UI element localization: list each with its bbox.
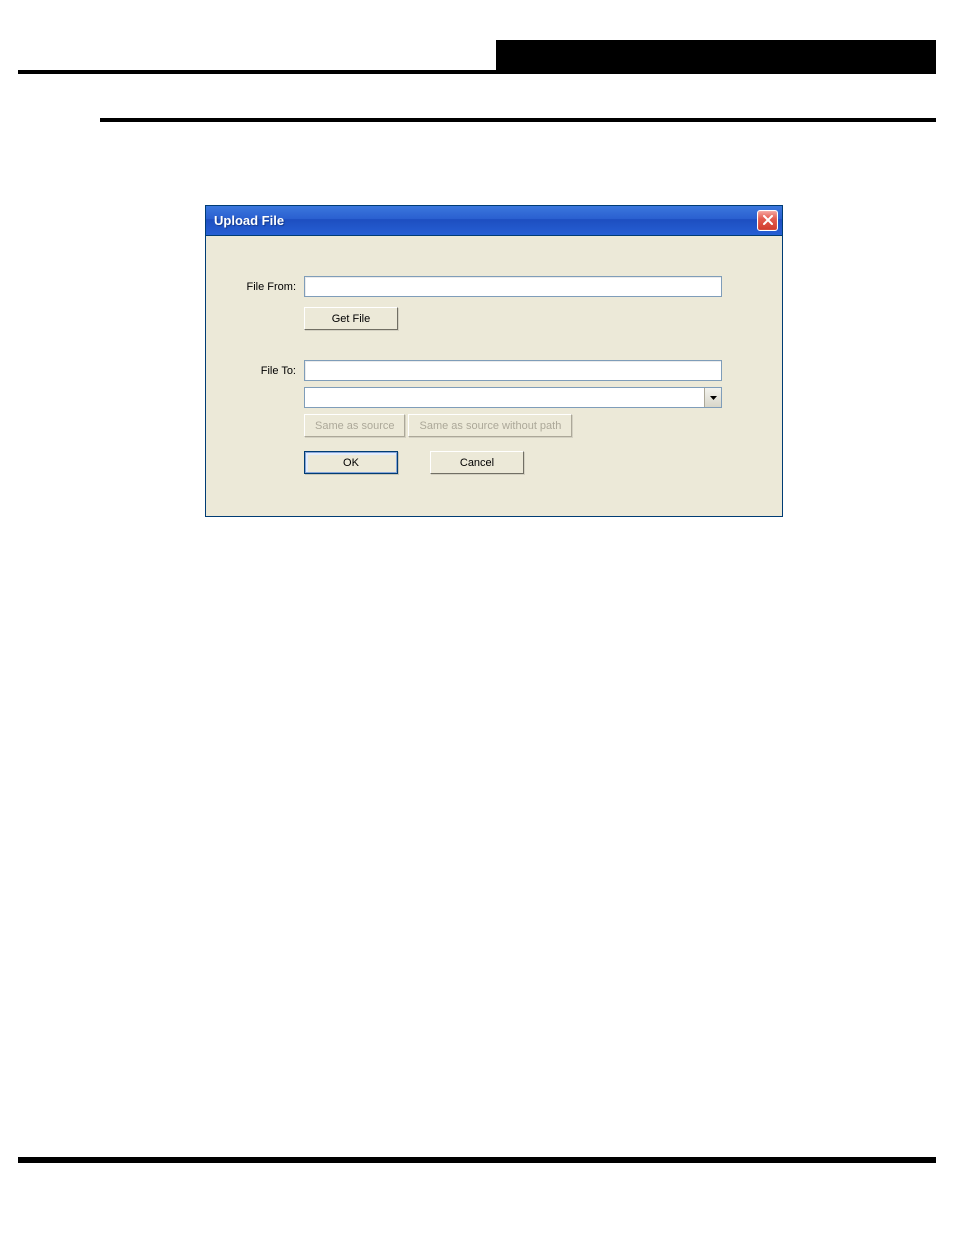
titlebar[interactable]: Upload File [206, 206, 782, 236]
file-from-input[interactable] [304, 276, 722, 297]
upload-file-dialog: Upload File File From: Get File File To: [205, 205, 783, 517]
file-to-combo[interactable] [304, 387, 722, 408]
horizontal-rule-bottom [18, 1157, 936, 1163]
dropdown-arrow-icon[interactable] [704, 388, 721, 407]
file-to-input[interactable] [304, 360, 722, 381]
close-icon [763, 214, 773, 227]
horizontal-rule-1 [18, 70, 936, 74]
dialog-body: File From: Get File File To: Same as sou… [206, 236, 782, 516]
close-button[interactable] [757, 210, 778, 231]
file-to-label: File To: [224, 365, 304, 377]
horizontal-rule-2 [100, 118, 936, 122]
get-file-button[interactable]: Get File [304, 307, 398, 330]
same-as-source-without-path-button: Same as source without path [408, 414, 572, 437]
ok-button[interactable]: OK [304, 451, 398, 474]
same-as-source-button: Same as source [304, 414, 405, 437]
header-black-bar [496, 40, 936, 70]
file-from-label: File From: [224, 281, 304, 293]
cancel-button[interactable]: Cancel [430, 451, 524, 474]
dialog-title: Upload File [214, 213, 284, 228]
